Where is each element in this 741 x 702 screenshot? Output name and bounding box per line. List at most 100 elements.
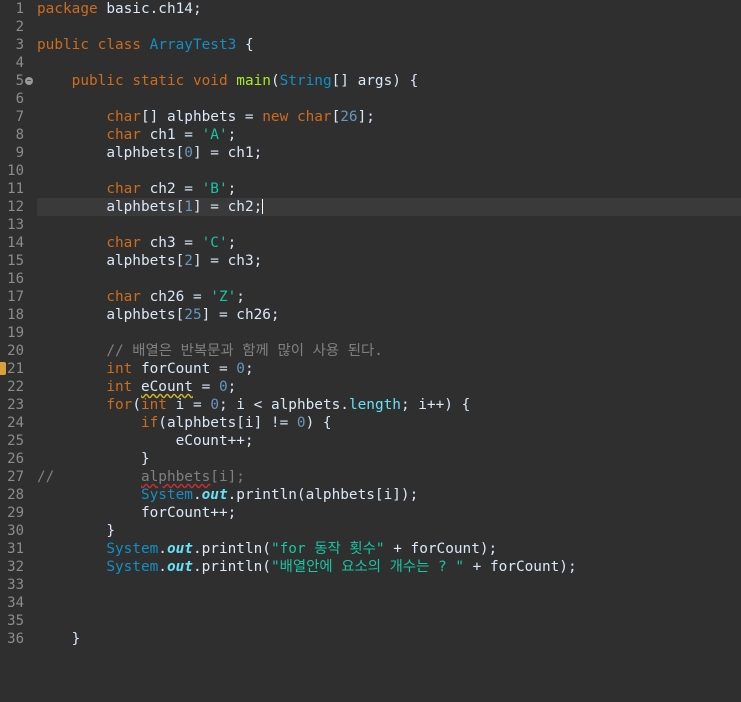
code-line-36[interactable]: 36 } [0, 630, 741, 648]
code-line-19[interactable]: 19 [0, 324, 741, 342]
collapse-circle-icon[interactable]: − [25, 77, 33, 85]
code-line-32[interactable]: 32 System.out.println("배열안에 요소의 개수는 ? " … [0, 558, 741, 576]
code-text[interactable] [37, 216, 741, 234]
code-token: } [106, 523, 115, 539]
code-line-29[interactable]: 29 forCount++; [0, 504, 741, 522]
code-line-23[interactable]: 23 for(int i = 0; i < alphbets.length; i… [0, 396, 741, 414]
comment: [i]; [210, 469, 245, 485]
code-text[interactable]: alphbets[2] = ch3; [37, 252, 741, 270]
number-literal: 0 [296, 415, 306, 431]
code-line-27[interactable]: 27 // alphbets[i]; [0, 468, 741, 486]
code-text[interactable]: alphbets[25] = ch26; [37, 306, 741, 324]
code-line-9[interactable]: 9 alphbets[0] = ch1; [0, 144, 741, 162]
code-line-3[interactable]: 3 public class ArrayTest3 { [0, 36, 741, 54]
code-text[interactable]: alphbets[1] = ch2; [37, 198, 741, 216]
code-text[interactable]: System.out.println(alphbets[i]); [37, 486, 741, 504]
code-text[interactable]: public class ArrayTest3 { [37, 36, 741, 54]
code-token: forCount++; [140, 505, 237, 521]
code-text[interactable]: char ch3 = 'C'; [37, 234, 741, 252]
code-line-16[interactable]: 16 [0, 270, 741, 288]
code-text[interactable] [37, 54, 741, 72]
code-text[interactable] [37, 90, 741, 108]
keyword: char [106, 289, 141, 305]
warning-variable[interactable]: eCount [141, 379, 193, 395]
code-text[interactable] [37, 594, 741, 612]
code-line-26[interactable]: 26 } [0, 450, 741, 468]
static-field: out [201, 487, 228, 503]
code-text[interactable]: // 배열은 반복문과 함께 많이 사용 된다. [37, 342, 741, 360]
code-text[interactable]: int eCount = 0; [37, 378, 741, 396]
code-line-11[interactable]: 11 char ch2 = 'B'; [0, 180, 741, 198]
code-editor[interactable]: 1 package basic.ch14; 2 3 public class A… [0, 0, 741, 653]
line-number: 19 [7, 325, 24, 341]
code-line-34[interactable]: 34 [0, 594, 741, 612]
code-text[interactable]: System.out.println("배열안에 요소의 개수는 ? " + f… [37, 558, 741, 576]
keyword: static [132, 73, 185, 89]
code-line-14[interactable]: 14 char ch3 = 'C'; [0, 234, 741, 252]
code-line-17[interactable]: 17 char ch26 = 'Z'; [0, 288, 741, 306]
code-text[interactable]: public static void main(String[] args) { [37, 72, 741, 90]
code-text[interactable] [37, 18, 741, 36]
code-line-6[interactable]: 6 [0, 90, 741, 108]
code-line-28[interactable]: 28 System.out.println(alphbets[i]); [0, 486, 741, 504]
code-line-20[interactable]: 20 // 배열은 반복문과 함께 많이 사용 된다. [0, 342, 741, 360]
code-line-31[interactable]: 31 System.out.println("for 동작 횟수" + forC… [0, 540, 741, 558]
code-text[interactable]: if(alphbets[i] != 0) { [37, 414, 741, 432]
code-line-30[interactable]: 30 } [0, 522, 741, 540]
line-number: 32 [7, 559, 24, 575]
code-text[interactable] [37, 270, 741, 288]
code-text[interactable] [37, 576, 741, 594]
keyword: char [106, 109, 141, 125]
code-text[interactable]: char[] alphbets = new char[26]; [37, 108, 741, 126]
code-line-18[interactable]: 18 alphbets[25] = ch26; [0, 306, 741, 324]
code-text[interactable] [37, 162, 741, 180]
code-text[interactable]: System.out.println("for 동작 횟수" + forCoun… [37, 540, 741, 558]
code-text[interactable]: alphbets[0] = ch1; [37, 144, 741, 162]
string-literal: "for 동작 횟수" [270, 541, 385, 557]
code-line-4[interactable]: 4 [0, 54, 741, 72]
warning-marker-icon[interactable] [0, 362, 6, 375]
code-line-22[interactable]: 22 int eCount = 0; [0, 378, 741, 396]
code-token: ] = ch3; [192, 253, 263, 269]
code-line-15[interactable]: 15 alphbets[2] = ch3; [0, 252, 741, 270]
static-field: out [166, 559, 193, 575]
code-text[interactable]: for(int i = 0; i < alphbets.length; i++)… [37, 396, 741, 414]
code-text[interactable] [37, 324, 741, 342]
code-lines[interactable]: 1 package basic.ch14; 2 3 public class A… [0, 0, 741, 648]
line-number: 22 [7, 379, 24, 395]
keyword: for [106, 397, 133, 413]
code-text[interactable]: char ch2 = 'B'; [37, 180, 741, 198]
code-line-1[interactable]: 1 package basic.ch14; [0, 0, 741, 18]
code-line-25[interactable]: 25 eCount++; [0, 432, 741, 450]
code-line-7[interactable]: 7 char[] alphbets = new char[26]; [0, 108, 741, 126]
code-text[interactable]: // alphbets[i]; [37, 468, 741, 486]
code-line-24[interactable]: 24 if(alphbets[i] != 0) { [0, 414, 741, 432]
code-text[interactable]: package basic.ch14; [37, 0, 741, 18]
code-text[interactable]: } [37, 630, 741, 648]
code-text[interactable] [37, 612, 741, 630]
code-line-2[interactable]: 2 [0, 18, 741, 36]
code-line-12[interactable]: 12 alphbets[1] = ch2; [0, 198, 741, 216]
line-number: 12 [7, 199, 24, 215]
code-line-35[interactable]: 35 [0, 612, 741, 630]
code-text[interactable]: } [37, 522, 741, 540]
char-literal: 'A' [201, 127, 228, 143]
code-text[interactable]: char ch26 = 'Z'; [37, 288, 741, 306]
code-line-21[interactable]: 21 int forCount = 0; [0, 360, 741, 378]
code-token: + forCount); [384, 541, 498, 557]
code-line-8[interactable]: 8 char ch1 = 'A'; [0, 126, 741, 144]
code-text[interactable]: int forCount = 0; [37, 360, 741, 378]
code-text[interactable]: eCount++; [37, 432, 741, 450]
code-line-33[interactable]: 33 [0, 576, 741, 594]
number-literal: 0 [184, 145, 193, 161]
code-text[interactable]: } [37, 450, 741, 468]
code-text[interactable]: forCount++; [37, 504, 741, 522]
number-literal: 25 [184, 307, 202, 323]
code-line-5[interactable]: 5 − public static void main(String[] arg… [0, 72, 741, 90]
code-line-13[interactable]: 13 [0, 216, 741, 234]
code-token: ( [132, 397, 141, 413]
code-text[interactable]: char ch1 = 'A'; [37, 126, 741, 144]
code-line-10[interactable]: 10 [0, 162, 741, 180]
class-name: System [106, 559, 159, 575]
line-number: 3 [15, 37, 24, 53]
